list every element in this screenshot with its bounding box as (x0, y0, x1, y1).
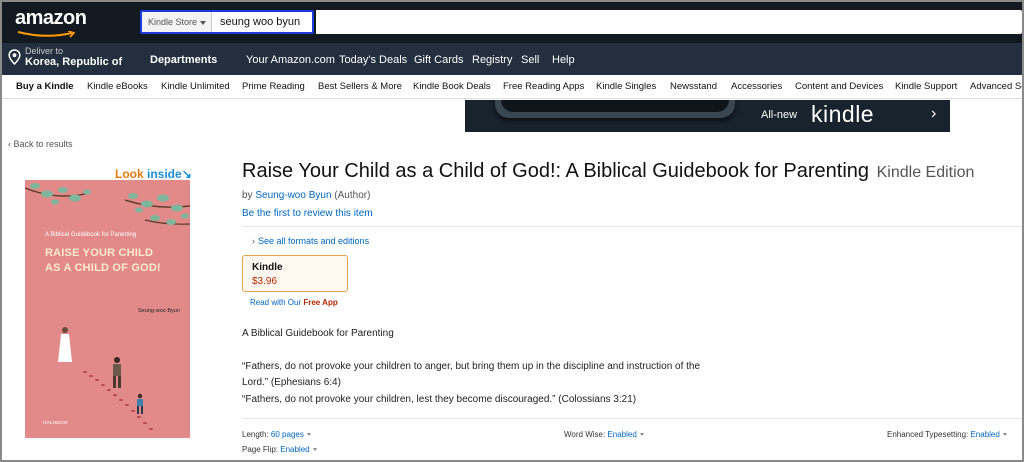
see-all-formats-link[interactable]: › See all formats and editions (252, 236, 369, 246)
search-box[interactable]: Kindle Store seung woo byun (140, 10, 314, 34)
deliver-to-label[interactable]: Deliver to (25, 46, 63, 56)
back-to-results-link[interactable]: ‹ Back to results (8, 139, 73, 149)
subnav-accessories[interactable]: Accessories (731, 81, 782, 92)
subnav-content-and-devices[interactable]: Content and Devices (795, 81, 883, 92)
product-edition: Kindle Edition (876, 164, 975, 181)
look-inside-inside: inside (147, 167, 182, 181)
nav-gift-cards[interactable]: Gift Cards (414, 54, 464, 66)
amazon-smile-icon (17, 31, 76, 38)
chevron-down-icon[interactable] (306, 433, 311, 437)
nav-your-amazon[interactable]: Your Amazon.com (246, 54, 335, 66)
subnav-newsstand[interactable]: Newsstand (670, 81, 717, 92)
cover-author: Seung-woo Byun (138, 308, 180, 314)
banner-kindle-brand: kindle (811, 101, 875, 127)
subnav-kindle-singles[interactable]: Kindle Singles (596, 81, 656, 92)
detail-length-value[interactable]: 60 pages (271, 430, 304, 439)
chevron-down-icon[interactable] (1002, 433, 1007, 437)
kindle-device-screen (501, 100, 729, 112)
detail-word-wise: Word Wise: Enabled (564, 430, 644, 439)
cover-publisher: HOLYBOOK (43, 420, 68, 425)
detail-typesetting-value[interactable]: Enabled (970, 430, 999, 439)
chevron-down-icon[interactable] (639, 433, 644, 437)
chevron-right-icon[interactable]: › (931, 105, 936, 123)
free-app-line[interactable]: Read with Our Free App (250, 298, 338, 307)
divider (242, 418, 1022, 419)
nav-registry[interactable]: Registry (472, 54, 512, 66)
location-pin-icon (8, 49, 21, 65)
subnav-best-sellers[interactable]: Best Sellers & More (318, 81, 402, 92)
caret-down-icon (200, 20, 207, 25)
nav-todays-deals[interactable]: Today's Deals (339, 54, 407, 66)
nav-sell[interactable]: Sell (521, 54, 539, 66)
byline-prefix: by (242, 190, 256, 201)
detail-page-flip-value[interactable]: Enabled (280, 445, 309, 454)
description-line: “Fathers, do not provoke your children, … (242, 394, 637, 405)
cover-title-line-2: AS A CHILD OF GOD! (45, 262, 161, 274)
subnav-kindle-unlimited[interactable]: Kindle Unlimited (161, 81, 230, 92)
search-category-label: Kindle Store (148, 17, 198, 27)
banner-all-new-label: All-new (761, 109, 798, 121)
deliver-location[interactable]: Korea, Republic of (25, 56, 122, 68)
subnav-free-reading-apps[interactable]: Free Reading Apps (503, 81, 584, 92)
subnav-buy-a-kindle[interactable]: Buy a Kindle (16, 81, 74, 92)
book-cover-image[interactable]: A Biblical Guidebook for Parenting RAISE… (25, 180, 190, 438)
product-title-text: Raise Your Child as a Child of God!: A B… (242, 160, 870, 182)
detail-typesetting-label: Enhanced Typesetting: (887, 430, 971, 439)
author-role: (Author) (331, 190, 371, 201)
cover-title: RAISE YOUR CHILD AS A CHILD OF GOD! (45, 246, 161, 276)
kindle-promo-banner[interactable]: All-new kindle › (465, 100, 950, 132)
detail-enhanced-typesetting: Enhanced Typesetting: Enabled (887, 430, 1007, 439)
byline: by Seung-woo Byun (Author) (242, 190, 370, 201)
look-inside-arrow-icon: ↘ (181, 167, 192, 181)
divider (242, 226, 1022, 227)
subnav-kindle-support[interactable]: Kindle Support (895, 81, 957, 92)
secondary-navbar: Deliver to Korea, Republic of Department… (2, 43, 1022, 75)
top-navbar: amazon Kindle Store seung woo byun (2, 2, 1022, 43)
description-line: “Fathers, do not provoke your children t… (242, 361, 701, 372)
detail-length: Length: 60 pages (242, 430, 311, 439)
nav-help[interactable]: Help (552, 54, 575, 66)
subnav-prime-reading[interactable]: Prime Reading (242, 81, 305, 92)
chevron-right-icon: › (252, 236, 255, 246)
free-app-prefix: Read with Our (250, 298, 304, 307)
format-name: Kindle (252, 262, 283, 273)
search-category-dropdown[interactable]: Kindle Store (142, 12, 212, 32)
detail-word-wise-value[interactable]: Enabled (607, 430, 636, 439)
write-review-link[interactable]: Be the first to review this item (242, 208, 373, 219)
see-all-formats-label: See all formats and editions (258, 236, 370, 246)
author-link[interactable]: Seung-woo Byun (255, 190, 331, 201)
detail-page-flip: Page Flip: Enabled (242, 445, 317, 454)
cover-title-line-1: RAISE YOUR CHILD (45, 247, 154, 259)
subnav-kindle-book-deals[interactable]: Kindle Book Deals (413, 81, 491, 92)
free-app-link[interactable]: Free App (303, 298, 337, 307)
detail-length-label: Length: (242, 430, 271, 439)
format-option-kindle[interactable]: Kindle $3.96 (242, 255, 348, 292)
product-title: Raise Your Child as a Child of God!: A B… (242, 160, 974, 183)
subnav-kindle-ebooks[interactable]: Kindle eBooks (87, 81, 148, 92)
chevron-down-icon[interactable] (312, 448, 317, 452)
subnav-advanced-search[interactable]: Advanced Se (970, 81, 1022, 92)
kindle-subnav: Buy a Kindle Kindle eBooks Kindle Unlimi… (2, 75, 1022, 99)
page: amazon Kindle Store seung woo byun Deliv… (0, 0, 1024, 462)
detail-word-wise-label: Word Wise: (564, 430, 608, 439)
search-input-extension[interactable] (316, 10, 1022, 34)
detail-page-flip-label: Page Flip: (242, 445, 281, 454)
format-price: $3.96 (252, 276, 278, 287)
look-inside-badge[interactable]: Look inside↘ (115, 167, 192, 181)
cover-subtitle: A Biblical Guidebook for Parenting (45, 232, 137, 238)
amazon-logo[interactable]: amazon (15, 7, 87, 30)
description-line: A Biblical Guidebook for Parenting (242, 328, 394, 339)
description-line: Lord.” (Ephesians 6:4) (242, 377, 341, 388)
search-input[interactable]: seung woo byun (220, 12, 300, 32)
look-inside-look: Look (115, 167, 147, 181)
departments-menu[interactable]: Departments (150, 54, 217, 66)
